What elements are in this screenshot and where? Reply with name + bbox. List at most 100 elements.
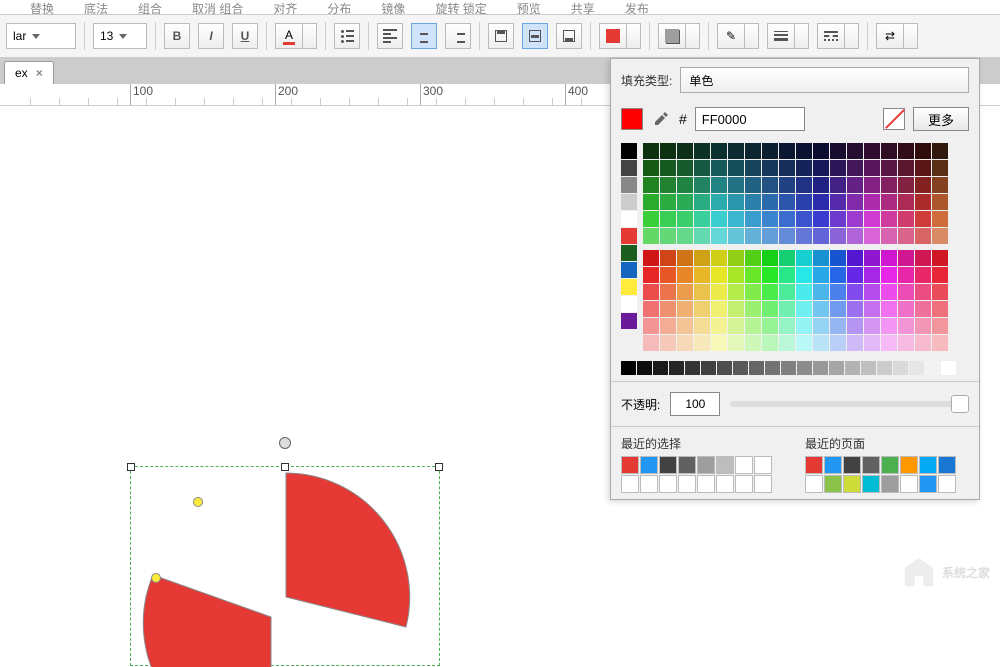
color-swatch[interactable] <box>915 267 931 283</box>
close-icon[interactable]: × <box>36 66 43 80</box>
color-swatch[interactable] <box>694 211 710 227</box>
color-swatch[interactable] <box>898 194 914 210</box>
color-swatch[interactable] <box>864 284 880 300</box>
color-swatch[interactable] <box>796 194 812 210</box>
recent-page-grid[interactable] <box>805 456 969 493</box>
color-swatch[interactable] <box>733 361 748 375</box>
color-swatch[interactable] <box>932 284 948 300</box>
menu-item[interactable]: 替换 <box>30 0 54 14</box>
color-swatch[interactable] <box>915 284 931 300</box>
color-swatch[interactable] <box>915 194 931 210</box>
color-swatch[interactable] <box>813 361 828 375</box>
color-swatch[interactable] <box>711 267 727 283</box>
color-swatch[interactable] <box>694 160 710 176</box>
color-swatch[interactable] <box>932 250 948 266</box>
color-swatch[interactable] <box>898 160 914 176</box>
color-swatch[interactable] <box>640 456 658 474</box>
color-swatch[interactable] <box>677 318 693 334</box>
color-swatch[interactable] <box>900 475 918 493</box>
color-swatch[interactable] <box>898 228 914 244</box>
color-swatch[interactable] <box>830 194 846 210</box>
color-swatch[interactable] <box>716 475 734 493</box>
color-swatch[interactable] <box>932 335 948 351</box>
color-swatch[interactable] <box>864 250 880 266</box>
color-swatch[interactable] <box>881 143 897 159</box>
vertex-handle[interactable] <box>151 573 161 583</box>
color-swatch[interactable] <box>643 160 659 176</box>
color-swatch[interactable] <box>932 160 948 176</box>
color-swatch[interactable] <box>861 361 876 375</box>
color-swatch[interactable] <box>621 245 637 261</box>
color-swatch[interactable] <box>711 284 727 300</box>
color-swatch[interactable] <box>830 228 846 244</box>
color-swatch[interactable] <box>762 228 778 244</box>
color-swatch[interactable] <box>711 211 727 227</box>
menu-item[interactable]: 镜像 <box>381 0 405 14</box>
text-color-button[interactable]: A <box>275 23 317 49</box>
color-swatch[interactable] <box>779 211 795 227</box>
color-swatch[interactable] <box>847 177 863 193</box>
color-swatch[interactable] <box>716 456 734 474</box>
color-swatch[interactable] <box>813 267 829 283</box>
color-swatch[interactable] <box>847 250 863 266</box>
color-swatch[interactable] <box>745 143 761 159</box>
color-swatch[interactable] <box>898 177 914 193</box>
color-swatch[interactable] <box>932 211 948 227</box>
color-swatch[interactable] <box>893 361 908 375</box>
no-fill-button[interactable] <box>883 108 905 130</box>
color-swatch[interactable] <box>677 143 693 159</box>
color-swatch[interactable] <box>745 211 761 227</box>
base-colors[interactable] <box>621 143 637 351</box>
color-swatch[interactable] <box>796 143 812 159</box>
color-swatch[interactable] <box>660 250 676 266</box>
color-swatch[interactable] <box>847 160 863 176</box>
color-swatch[interactable] <box>915 228 931 244</box>
color-swatch[interactable] <box>745 177 761 193</box>
color-swatch[interactable] <box>728 250 744 266</box>
color-swatch[interactable] <box>881 211 897 227</box>
resize-handle[interactable] <box>127 463 135 471</box>
color-swatch[interactable] <box>762 194 778 210</box>
color-swatch[interactable] <box>621 296 637 312</box>
color-swatch[interactable] <box>932 301 948 317</box>
color-swatch[interactable] <box>653 361 668 375</box>
color-swatch[interactable] <box>915 250 931 266</box>
color-swatch[interactable] <box>711 143 727 159</box>
color-swatch[interactable] <box>796 318 812 334</box>
color-swatch[interactable] <box>711 177 727 193</box>
align-right-button[interactable] <box>445 23 471 49</box>
vertex-handle[interactable] <box>193 497 203 507</box>
color-swatch[interactable] <box>621 177 637 193</box>
color-swatch[interactable] <box>847 284 863 300</box>
color-swatch[interactable] <box>621 262 637 278</box>
color-swatch[interactable] <box>745 284 761 300</box>
color-swatch[interactable] <box>881 284 897 300</box>
color-swatch[interactable] <box>659 475 677 493</box>
color-swatch[interactable] <box>762 160 778 176</box>
color-swatch[interactable] <box>779 301 795 317</box>
italic-button[interactable]: I <box>198 23 224 49</box>
color-swatch[interactable] <box>796 177 812 193</box>
color-swatch[interactable] <box>830 177 846 193</box>
opacity-input[interactable] <box>670 392 720 416</box>
color-swatch[interactable] <box>701 361 716 375</box>
line-style-button[interactable] <box>817 23 859 49</box>
color-swatch[interactable] <box>847 143 863 159</box>
color-swatch[interactable] <box>881 475 899 493</box>
color-swatch[interactable] <box>643 284 659 300</box>
color-swatch[interactable] <box>762 177 778 193</box>
menu-item[interactable]: 预览 <box>517 0 541 14</box>
color-swatch[interactable] <box>915 211 931 227</box>
color-swatch[interactable] <box>881 160 897 176</box>
line-weight-button[interactable] <box>767 23 809 49</box>
color-swatch[interactable] <box>796 160 812 176</box>
color-swatch[interactable] <box>643 250 659 266</box>
color-swatch[interactable] <box>728 318 744 334</box>
menu-item[interactable]: 组合 <box>138 0 162 14</box>
fill-color-button[interactable] <box>599 23 641 49</box>
shadow-button[interactable] <box>658 23 700 49</box>
color-swatch[interactable] <box>864 301 880 317</box>
color-swatch[interactable] <box>660 228 676 244</box>
color-swatch[interactable] <box>745 318 761 334</box>
color-swatch[interactable] <box>843 456 861 474</box>
